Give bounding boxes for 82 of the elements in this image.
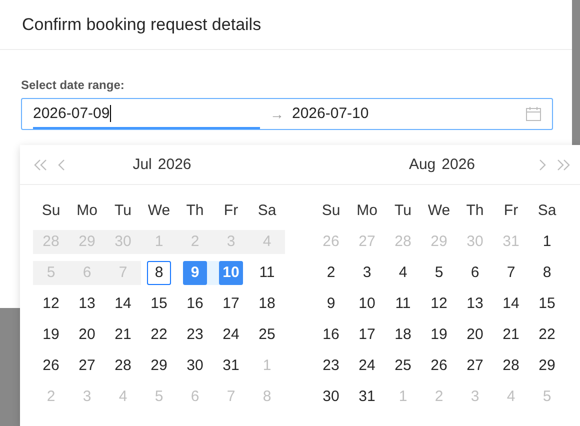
- day-cell[interactable]: 8: [147, 260, 171, 284]
- day-cell[interactable]: 12: [427, 292, 451, 316]
- day-cell[interactable]: 19: [39, 322, 63, 346]
- day-cell[interactable]: 10: [355, 292, 379, 316]
- day-cell[interactable]: 6: [463, 260, 487, 284]
- day-cell[interactable]: 12: [39, 292, 63, 316]
- day-cell[interactable]: 26: [39, 354, 63, 378]
- day-cell[interactable]: 20: [75, 322, 99, 346]
- day-cell[interactable]: 16: [319, 322, 343, 346]
- start-date-input[interactable]: 2026-07-09: [33, 99, 260, 129]
- day-cell[interactable]: 14: [499, 292, 523, 316]
- day-cell[interactable]: 24: [355, 354, 379, 378]
- date-range-field[interactable]: 2026-07-09 → 2026-07-10: [21, 98, 553, 130]
- day-cell[interactable]: 22: [535, 322, 559, 346]
- day-cell[interactable]: 9: [319, 292, 343, 316]
- field-label: Select date range:: [21, 78, 126, 92]
- day-cell[interactable]: 2: [319, 260, 343, 284]
- day-cell[interactable]: 5: [427, 260, 451, 284]
- day-cell[interactable]: 18: [255, 292, 279, 316]
- right-chevron-icon[interactable]: [538, 158, 546, 170]
- day-cell[interactable]: 15: [535, 292, 559, 316]
- day-cell[interactable]: 3: [355, 260, 379, 284]
- end-date-input[interactable]: 2026-07-10: [292, 99, 492, 129]
- day-cell[interactable]: 14: [111, 292, 135, 316]
- weekday-label: Tu: [114, 202, 132, 219]
- calendar-icon: [526, 107, 541, 121]
- day-cell[interactable]: 17: [219, 292, 243, 316]
- day-cell[interactable]: 31: [355, 384, 379, 408]
- day-cell[interactable]: 27: [463, 354, 487, 378]
- day-cell[interactable]: 16: [183, 292, 207, 316]
- day-cell[interactable]: 20: [463, 322, 487, 346]
- day-cell[interactable]: 7: [499, 260, 523, 284]
- day-cell[interactable]: 28: [111, 354, 135, 378]
- day-cell[interactable]: 24: [219, 322, 243, 346]
- day-cell[interactable]: 28: [499, 354, 523, 378]
- day-cell[interactable]: 29: [147, 354, 171, 378]
- day-cell[interactable]: 30: [183, 354, 207, 378]
- left-chevron-icon[interactable]: [58, 158, 66, 170]
- weekday-label: Sa: [258, 202, 276, 219]
- weekday-label: We: [148, 202, 170, 219]
- day-cell[interactable]: 25: [391, 354, 415, 378]
- year-button[interactable]: 2026: [442, 156, 476, 173]
- weekday-label: Su: [322, 202, 340, 219]
- weekday-label: Su: [42, 202, 60, 219]
- day-cell[interactable]: 23: [319, 354, 343, 378]
- double-right-chevron-icon[interactable]: [556, 158, 570, 170]
- day-cell[interactable]: 27: [75, 354, 99, 378]
- day-cell[interactable]: 13: [75, 292, 99, 316]
- weekday-label: Tu: [394, 202, 412, 219]
- weekday-label: We: [428, 202, 450, 219]
- weekday-label: Fr: [224, 202, 238, 219]
- weekday-label: Mo: [76, 202, 98, 219]
- day-cell[interactable]: 13: [463, 292, 487, 316]
- double-left-chevron-icon[interactable]: [34, 158, 48, 170]
- month-button[interactable]: Jul: [132, 156, 152, 173]
- weekday-label: Th: [186, 202, 204, 219]
- day-cell[interactable]: 23: [183, 322, 207, 346]
- weekday-label: Sa: [538, 202, 556, 219]
- day-cell[interactable]: 11: [391, 292, 415, 316]
- day-cell[interactable]: 26: [427, 354, 451, 378]
- day-cell[interactable]: 17: [355, 322, 379, 346]
- day-cell[interactable]: 25: [255, 322, 279, 346]
- day-cell[interactable]: 19: [427, 322, 451, 346]
- month-button[interactable]: Aug: [408, 156, 436, 173]
- day-cell[interactable]: 22: [147, 322, 171, 346]
- day-cell[interactable]: 21: [111, 322, 135, 346]
- day-cell[interactable]: 31: [219, 354, 243, 378]
- weekday-label: Mo: [356, 202, 378, 219]
- day-cell[interactable]: 18: [391, 322, 415, 346]
- weekday-label: Fr: [504, 202, 518, 219]
- dialog-title: Confirm booking request details: [22, 14, 262, 34]
- day-cell[interactable]: 30: [319, 384, 343, 408]
- weekday-label: Th: [466, 202, 484, 219]
- day-cell[interactable]: 21: [499, 322, 523, 346]
- day-cell[interactable]: 8: [535, 260, 559, 284]
- year-button[interactable]: 2026: [158, 156, 192, 173]
- day-cell[interactable]: 11: [255, 260, 279, 284]
- day-cell[interactable]: 15: [147, 292, 171, 316]
- day-cell[interactable]: 4: [391, 260, 415, 284]
- day-cell[interactable]: 29: [535, 354, 559, 378]
- arrow-icon: →: [270, 106, 284, 122]
- day-cell[interactable]: 1: [535, 230, 559, 254]
